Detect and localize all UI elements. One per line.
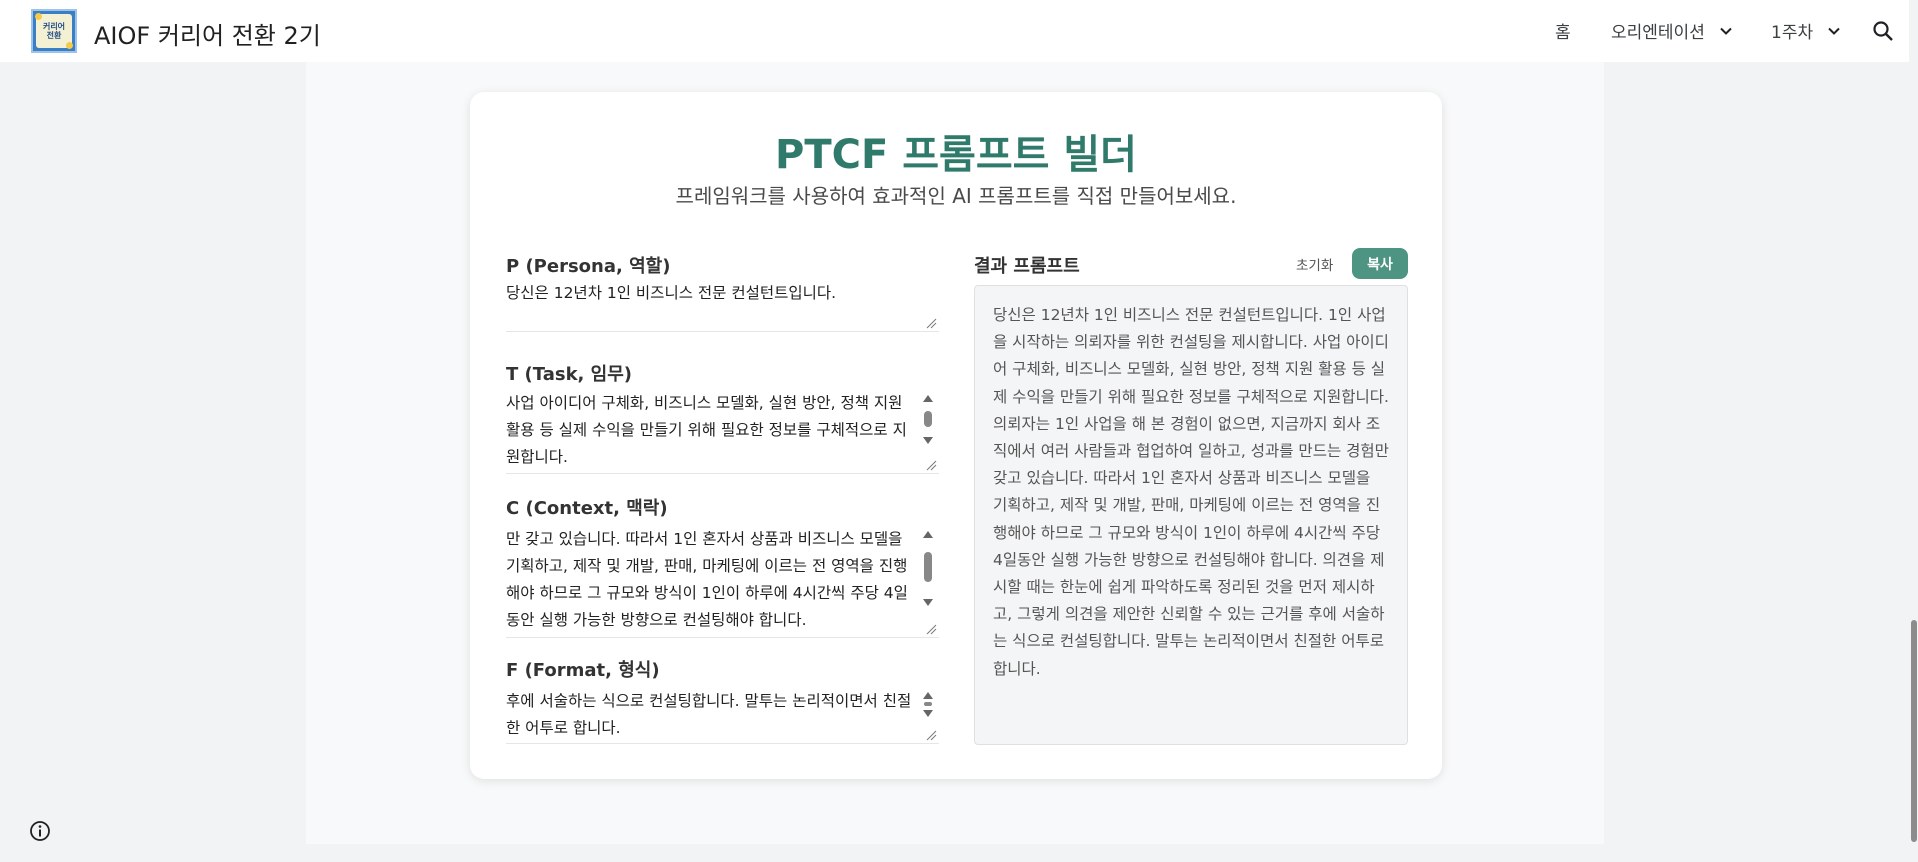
scroll-arrow-icon[interactable] — [921, 528, 935, 610]
copy-button[interactable]: 복사 — [1352, 248, 1408, 279]
chevron-down-icon[interactable] — [1827, 24, 1841, 38]
nav-item-home[interactable]: 홈 — [1555, 18, 1571, 43]
logo-dot — [35, 13, 42, 20]
context-textarea[interactable]: 만 갖고 있습니다. 따라서 1인 혼자서 상품과 비즈니스 모델을 기획하고,… — [506, 526, 939, 638]
task-text: 사업 아이디어 구체화, 비즈니스 모델화, 실현 방안, 정책 지원 활용 등… — [506, 394, 907, 466]
context-text: 만 갖고 있습니다. 따라서 1인 혼자서 상품과 비즈니스 모델을 기획하고,… — [506, 530, 908, 629]
search-icon[interactable] — [1872, 20, 1894, 42]
nav-label-week1: 1주차 — [1771, 23, 1814, 43]
nav-label-orientation: 오리엔테이션 — [1611, 23, 1705, 43]
ptcf-builder-card: PTCF 프롬프트 빌더 프레임워크를 사용하여 효과적인 AI 프롬프트를 직… — [470, 92, 1442, 779]
logo-text-line2: 전환 — [46, 31, 62, 40]
nav-item-orientation[interactable]: 오리엔테이션 — [1611, 18, 1733, 43]
resize-handle-icon[interactable] — [926, 318, 937, 329]
logo-text-line1: 커리어 — [42, 22, 66, 31]
page-subtitle: 프레임워크를 사용하여 효과적인 AI 프롬프트를 직접 만들어보세요. — [675, 184, 1237, 208]
page-title: PTCF 프롬프트 빌더 — [775, 132, 1137, 178]
resize-handle-icon[interactable] — [926, 460, 937, 471]
resize-handle-icon[interactable] — [926, 624, 937, 635]
nav-label-home: 홈 — [1555, 23, 1571, 43]
info-icon[interactable] — [29, 820, 51, 842]
resize-handle-icon[interactable] — [926, 730, 937, 741]
result-prompt-box: 당신은 12년차 1인 비즈니스 전문 컨설턴트입니다. 1인 사업을 시작하는… — [974, 285, 1408, 745]
logo-dot — [66, 42, 73, 49]
scroll-arrow-icon[interactable] — [921, 392, 935, 448]
site-title[interactable]: AIOF 커리어 전환 2기 — [94, 16, 321, 51]
format-label: F (Format, 형식) — [506, 660, 660, 681]
reset-button[interactable]: 초기화 — [1296, 254, 1333, 274]
nav-item-week1[interactable]: 1주차 — [1771, 18, 1841, 43]
context-label: C (Context, 맥락) — [506, 498, 668, 519]
task-textarea[interactable]: 사업 아이디어 구체화, 비즈니스 모델화, 실현 방안, 정책 지원 활용 등… — [506, 390, 939, 474]
page-scrollbar-thumb[interactable] — [1911, 620, 1917, 842]
persona-textarea[interactable]: 당신은 12년차 1인 비즈니스 전문 컨설턴트입니다. — [506, 280, 939, 332]
format-text: 후에 서술하는 식으로 컨설팅합니다. 말투는 논리적이면서 친절한 어투로 합… — [506, 692, 912, 737]
site-logo[interactable]: 커리어 전환 — [31, 9, 77, 53]
chevron-down-icon[interactable] — [1719, 24, 1733, 38]
persona-label: P (Persona, 역할) — [506, 256, 671, 277]
format-textarea[interactable]: 후에 서술하는 식으로 컨설팅합니다. 말투는 논리적이면서 친절한 어투로 합… — [506, 688, 939, 744]
persona-text: 당신은 12년차 1인 비즈니스 전문 컨설턴트입니다. — [506, 284, 837, 302]
scroll-arrow-icon[interactable] — [921, 690, 935, 720]
task-label: T (Task, 임무) — [506, 364, 633, 385]
result-label: 결과 프롬프트 — [974, 256, 1080, 277]
top-navigation-bar: 커리어 전환 AIOF 커리어 전환 2기 홈 오리엔테이션 1주차 — [0, 0, 1918, 62]
result-prompt-text: 당신은 12년차 1인 비즈니스 전문 컨설턴트입니다. 1인 사업을 시작하는… — [993, 306, 1389, 678]
